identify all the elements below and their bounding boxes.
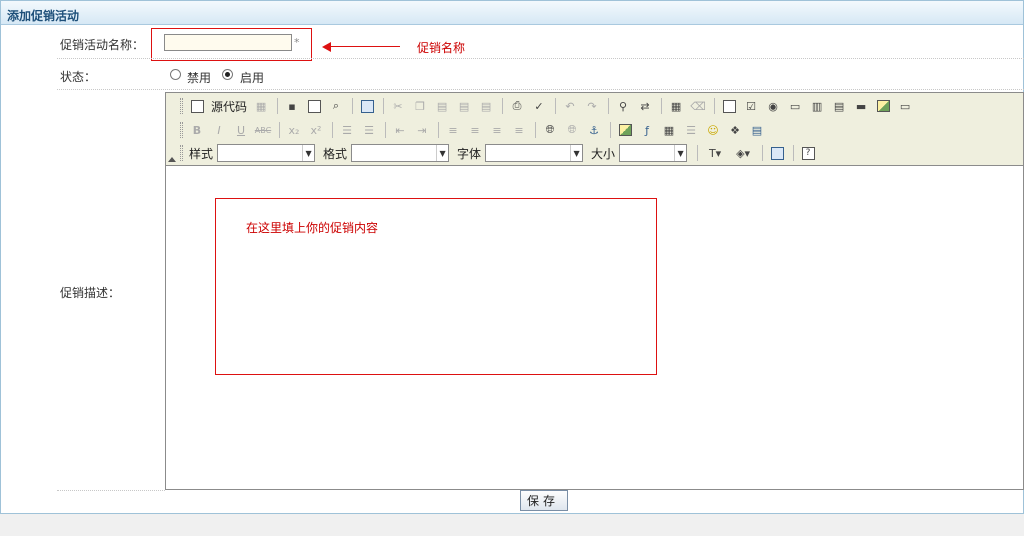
horizontal-rule-icon[interactable]: ☰ (681, 120, 701, 140)
collapse-toolbar-icon[interactable] (168, 157, 176, 162)
checkbox-icon[interactable]: ☑ (741, 96, 761, 116)
toolbar-grip (180, 98, 183, 114)
annotation-arrow-head (322, 42, 331, 52)
show-blocks-icon[interactable] (767, 143, 787, 163)
editor-toolbar: 源代码 ▦ ▪ ⌕ ✂ ❐ ▤ ▤ ▤ ⎙ ✓ ↶ ↷ ⚲ ⇄ ▦ ⌫ ☑ ◉ … (166, 93, 1023, 166)
replace-icon[interactable]: ⇄ (635, 96, 655, 116)
table-icon[interactable]: ▦ (659, 120, 679, 140)
flash-icon[interactable]: ƒ (637, 120, 657, 140)
align-center-icon[interactable]: ≡ (465, 120, 485, 140)
annotation-name-box (151, 28, 312, 61)
link-icon[interactable]: 🌐︎ (540, 120, 560, 140)
toolbar-row-3: 样式 ▼ 格式 ▼ 字体 ▼ 大小 ▼ T▾ ◈▾ ? (180, 142, 820, 164)
hidden-field-icon[interactable]: ▭ (895, 96, 915, 116)
select-all-icon[interactable]: ▦ (666, 96, 686, 116)
strike-icon[interactable]: ABC (253, 120, 273, 140)
toolbar-grip (180, 145, 183, 161)
status-disabled-radio[interactable] (170, 69, 181, 80)
save-button[interactable]: 保存 (520, 490, 568, 511)
spellcheck-icon[interactable]: ✓ (529, 96, 549, 116)
copy-icon[interactable]: ❐ (410, 96, 430, 116)
italic-icon[interactable]: I (209, 120, 229, 140)
bold-icon[interactable]: B (187, 120, 207, 140)
paste-text-icon[interactable]: ▤ (454, 96, 474, 116)
chevron-down-icon: ▼ (674, 145, 686, 161)
annotation-name-hint: 促销名称 (417, 41, 466, 55)
about-icon[interactable]: ? (798, 143, 818, 163)
chevron-down-icon: ▼ (302, 145, 314, 161)
align-right-icon[interactable]: ≡ (487, 120, 507, 140)
print-icon[interactable]: ⎙ (507, 96, 527, 116)
chevron-down-icon: ▼ (436, 145, 448, 161)
font-label: 字体 (457, 146, 482, 161)
text-color-icon[interactable]: T▾ (702, 143, 728, 163)
cut-icon[interactable]: ✂ (388, 96, 408, 116)
superscript-icon[interactable]: x² (306, 120, 326, 140)
justify-icon[interactable]: ≡ (509, 120, 529, 140)
align-left-icon[interactable]: ≡ (443, 120, 463, 140)
remove-format-icon[interactable]: ⌫ (688, 96, 708, 116)
toolbar-row-1: 源代码 ▦ ▪ ⌕ ✂ ❐ ▤ ▤ ▤ ⎙ ✓ ↶ ↷ ⚲ ⇄ ▦ ⌫ ☑ ◉ … (180, 95, 917, 117)
textarea-icon[interactable]: ▥ (807, 96, 827, 116)
status-label: 状态： (60, 70, 97, 84)
anchor-icon[interactable]: ⚓︎ (584, 120, 604, 140)
preview-icon[interactable]: ⌕ (326, 96, 346, 116)
format-select[interactable]: ▼ (351, 144, 450, 162)
size-label: 大小 (591, 146, 616, 161)
preview-template-icon[interactable]: ▦ (251, 96, 271, 116)
ordered-list-icon[interactable]: ☰ (337, 120, 357, 140)
toolbar-row-2: B I U ABC x₂ x² ☰ ☰ ⇤ ⇥ ≡ ≡ ≡ ≡ 🌐︎ 🌐︎ ⚓︎… (180, 119, 769, 141)
row-divider (57, 490, 165, 491)
image-icon[interactable] (615, 120, 635, 140)
redo-icon[interactable]: ↷ (582, 96, 602, 116)
find-icon[interactable]: ⚲ (613, 96, 633, 116)
smiley-icon[interactable]: ☺ (703, 120, 723, 140)
subscript-icon[interactable]: x₂ (284, 120, 304, 140)
select-icon[interactable]: ▤ (829, 96, 849, 116)
title-bar: 添加促销活动 (1, 1, 1023, 25)
page-title: 添加促销活动 (7, 9, 80, 23)
special-char-icon[interactable]: ❖ (725, 120, 745, 140)
toolbar-grip (180, 122, 183, 138)
style-select[interactable]: ▼ (217, 144, 316, 162)
chevron-down-icon: ▼ (570, 145, 582, 161)
paste-word-icon[interactable]: ▤ (476, 96, 496, 116)
paste-icon[interactable]: ▤ (432, 96, 452, 116)
textfield-icon[interactable]: ▭ (785, 96, 805, 116)
size-select[interactable]: ▼ (619, 144, 688, 162)
button-icon[interactable]: ▬ (851, 96, 871, 116)
source-icon[interactable] (187, 96, 207, 116)
format-label: 格式 (323, 146, 348, 161)
status-disabled-label: 禁用 (187, 71, 212, 85)
outdent-icon[interactable]: ⇤ (390, 120, 410, 140)
status-enabled-label: 启用 (240, 71, 265, 85)
page-break-icon[interactable]: ▤ (747, 120, 767, 140)
source-button[interactable]: 源代码 (211, 98, 247, 115)
unordered-list-icon[interactable]: ☰ (359, 120, 379, 140)
status-enabled-radio[interactable] (222, 69, 233, 80)
radio-icon[interactable]: ◉ (763, 96, 783, 116)
underline-icon[interactable]: U (231, 120, 251, 140)
bg-color-icon[interactable]: ◈▾ (730, 143, 756, 163)
annotation-arrow-line (330, 46, 400, 47)
description-label: 促销描述： (60, 286, 121, 300)
annotation-content-hint: 在这里填上你的促销内容 (246, 221, 379, 235)
font-select[interactable]: ▼ (485, 144, 584, 162)
new-page-icon[interactable] (304, 96, 324, 116)
indent-icon[interactable]: ⇥ (412, 120, 432, 140)
unlink-icon[interactable]: 🌐︎ (562, 120, 582, 140)
style-label: 样式 (189, 146, 214, 161)
form-icon[interactable] (719, 96, 739, 116)
save-icon[interactable]: ▪ (282, 96, 302, 116)
row-divider (57, 58, 1024, 59)
templates-icon[interactable] (357, 96, 377, 116)
undo-icon[interactable]: ↶ (560, 96, 580, 116)
image-button-icon[interactable] (873, 96, 893, 116)
name-label: 促销活动名称： (60, 38, 145, 52)
row-divider (57, 89, 1024, 90)
